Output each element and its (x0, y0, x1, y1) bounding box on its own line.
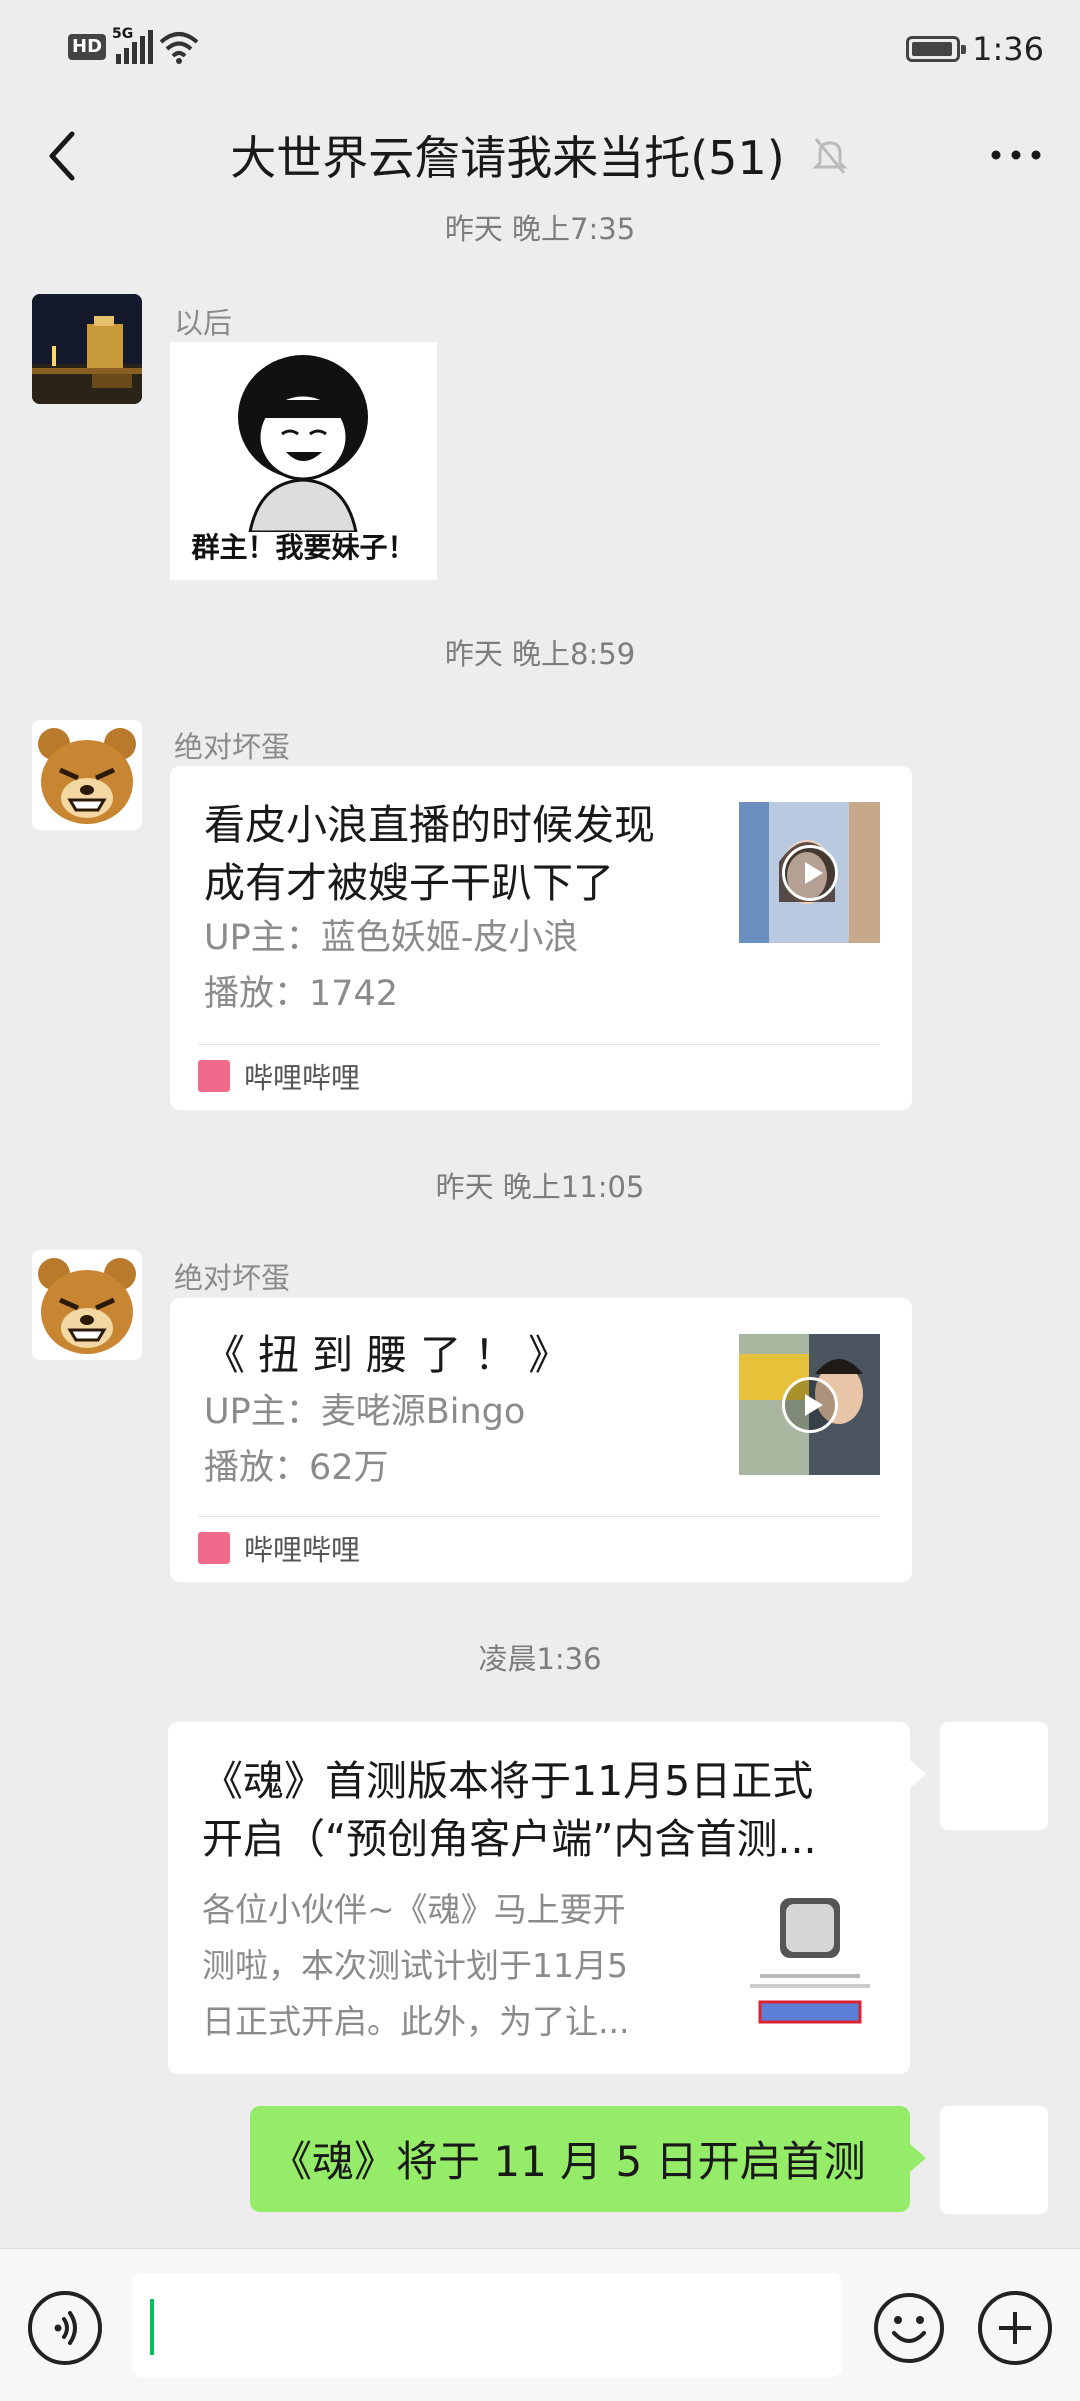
voice-input-button[interactable] (28, 2291, 102, 2365)
sticker-message[interactable]: 群主！我要妹子！ (170, 342, 437, 580)
message-text: 《魂》将于 11 月 5 日开启首测 (270, 2137, 866, 2186)
sender-name: 绝对坏蛋 (174, 1261, 291, 1295)
more-options-icon[interactable] (986, 130, 1046, 180)
avatar[interactable] (32, 294, 142, 404)
my-avatar[interactable] (940, 2106, 1048, 2214)
card-title: 看皮小浪直播的时候发现 (204, 801, 655, 849)
my-text-message[interactable]: 《魂》将于 11 月 5 日开启首测 (250, 2106, 926, 2212)
shared-article-card[interactable]: 《魂》首测版本将于11月5日正式 开启（“预创角客户端”内含首测... 各位小伙… (168, 1722, 926, 2074)
input-bar (0, 2248, 1080, 2401)
article-title: 《魂》首测版本将于11月5日正式 (202, 1757, 814, 1805)
wifi-icon (159, 32, 199, 64)
chat-title: 大世界云詹请我来当托(51) (230, 131, 785, 185)
bilibili-icon (198, 1060, 230, 1092)
video-thumbnail (739, 1334, 880, 1475)
timestamp: 昨天 晚上8:59 (444, 637, 636, 671)
bilibili-icon (198, 1532, 230, 1564)
article-description: 日正式开启。此外，为了让... (202, 2002, 630, 2041)
sender-name: 以后 (174, 306, 233, 340)
bilibili-video-card[interactable]: 看皮小浪直播的时候发现 成有才被嫂子干趴下了 UP主：蓝色妖姬-皮小浪 播放：1… (170, 766, 912, 1110)
article-thumbnail (740, 1890, 878, 2030)
card-source: 哔哩哔哩 (198, 1528, 360, 1568)
voice-icon (54, 2311, 77, 2345)
play-icon (781, 1376, 838, 1433)
divider (198, 1044, 880, 1045)
card-title: 《 扭 到 腰 了 ！ 》 (204, 1331, 570, 1379)
timestamp: 昨天 晚上7:35 (444, 212, 636, 246)
clock: 1:36 (972, 30, 1044, 68)
card-title: 成有才被嫂子干趴下了 (204, 859, 614, 907)
source-label: 哔哩哔哩 (244, 1533, 361, 1567)
card-source: 哔哩哔哩 (198, 1056, 360, 1096)
play-icon (781, 844, 838, 901)
emoji-icon[interactable] (872, 2291, 946, 2365)
chat-header: 大世界云詹请我来当托(51) (0, 100, 1080, 210)
article-title: 开启（“预创角客户端”内含首测... (202, 1815, 817, 1863)
muted-bell-icon (812, 138, 848, 174)
timestamp: 凌晨1:36 (478, 1642, 602, 1676)
article-description: 各位小伙伴~《魂》马上要开 (202, 1890, 626, 1929)
more-functions-plus-icon[interactable] (978, 2291, 1052, 2365)
video-thumbnail (739, 802, 880, 943)
divider (198, 1516, 880, 1517)
bilibili-video-card[interactable]: 《 扭 到 腰 了 ！ 》 UP主：麦咾源Bingo 播放：62万 哔哩哔哩 (170, 1298, 912, 1582)
card-uploader: UP主：麦咾源Bingo (204, 1392, 526, 1432)
cellular-signal-icon: 5G (112, 26, 154, 64)
message-input[interactable] (132, 2273, 842, 2377)
network-type: 5G (112, 26, 134, 42)
card-plays: 播放：1742 (204, 974, 399, 1014)
status-bar: HD 5G 1:36 (0, 0, 1080, 100)
source-label: 哔哩哔哩 (244, 1061, 361, 1095)
card-plays: 播放：62万 (204, 1448, 389, 1488)
sender-name: 绝对坏蛋 (174, 730, 291, 764)
hd-badge: HD (68, 34, 107, 60)
avatar[interactable] (32, 1250, 142, 1360)
card-uploader: UP主：蓝色妖姬-皮小浪 (204, 918, 579, 958)
avatar[interactable] (32, 720, 142, 830)
sticker-caption: 群主！我要妹子！ (191, 531, 416, 564)
battery-icon (906, 36, 967, 62)
text-caret (150, 2299, 154, 2355)
article-description: 测啦，本次测试计划于11月5 (202, 1946, 628, 1985)
my-avatar[interactable] (940, 1722, 1048, 1830)
timestamp: 昨天 晚上11:05 (435, 1170, 645, 1204)
